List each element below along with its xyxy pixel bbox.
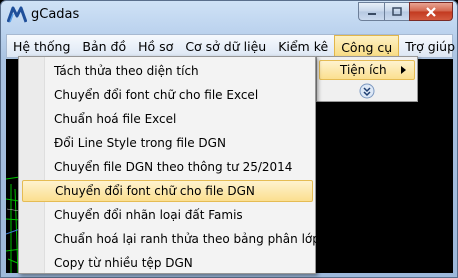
close-button[interactable] [409,2,453,21]
submenu-item-font-dgn[interactable]: Chuyển đổi font chữ cho file DGN [22,180,313,202]
submenu-arrow-icon [401,66,406,74]
submenu-item-chuan-hoa-excel[interactable]: Chuẩn hoá file Excel [22,108,313,130]
menu-kiem-ke[interactable]: Kiểm kê [272,35,334,57]
submenu-item-label: Chuyển đổi font chữ cho file Excel [54,88,259,102]
menu-ban-do[interactable]: Bản đồ [76,35,132,57]
submenu-item-label: Chuẩn hoá file Excel [54,112,177,126]
maximize-icon [392,6,402,16]
menu-he-thong[interactable]: Hệ thống [7,35,76,57]
expand-menu-icon[interactable] [359,83,375,99]
submenu-item-label: Đổi Line Style trong file DGN [54,136,226,150]
menu-co-so-du-lieu[interactable]: Cơ sở dữ liệu [179,35,272,57]
minimize-button[interactable] [358,2,384,21]
submenu-item-line-style-dgn[interactable]: Đổi Line Style trong file DGN [22,132,313,154]
submenu-item-label: Chuyển đổi nhãn loại đất Famis [54,208,243,222]
app-logo-icon [6,6,28,24]
title-bar[interactable]: gCadas [1,1,458,31]
utilities-submenu: Tách thửa theo diện tích Chuyển đổi font… [18,56,320,274]
tools-menu-utilities[interactable]: Tiện ích [319,60,415,80]
submenu-item-dgn-thong-tu[interactable]: Chuyển file DGN theo thông tư 25/2014 [22,156,313,178]
submenu-item-font-excel[interactable]: Chuyển đổi font chữ cho file Excel [22,84,313,106]
close-icon [426,6,436,17]
submenu-item-nhan-famis[interactable]: Chuyển đổi nhãn loại đất Famis [22,204,313,226]
submenu-item-label: Copy từ nhiều tệp DGN [54,256,193,270]
submenu-item-label: Chuyển đổi font chữ cho file DGN [55,184,255,198]
submenu-item-ranh-thua[interactable]: Chuẩn hoá lại ranh thửa theo bảng phân l… [22,228,320,250]
minimize-icon [367,12,376,15]
window-title: gCadas [31,7,80,22]
menu-ho-so[interactable]: Hồ sơ [132,35,179,57]
menu-tro-giup[interactable]: Trợ giúp [399,35,458,57]
tools-menu-utilities-label: Tiện ích [340,63,387,77]
submenu-item-label: Chuyển file DGN theo thông tư 25/2014 [54,160,293,174]
tools-menu-dropdown: Tiện ích [316,56,418,102]
maximize-button[interactable] [384,2,409,21]
submenu-item-copy-dgn[interactable]: Copy từ nhiều tệp DGN [22,252,313,274]
submenu-item-label: Chuẩn hoá lại ranh thửa theo bảng phân l… [54,232,320,246]
submenu-item-label: Tách thửa theo diện tích [54,64,199,78]
caption-buttons [358,2,453,21]
submenu-item-tach-thua[interactable]: Tách thửa theo diện tích [22,60,313,82]
menu-bar: Hệ thống Bản đồ Hồ sơ Cơ sở dữ liệu Kiểm… [6,34,455,59]
